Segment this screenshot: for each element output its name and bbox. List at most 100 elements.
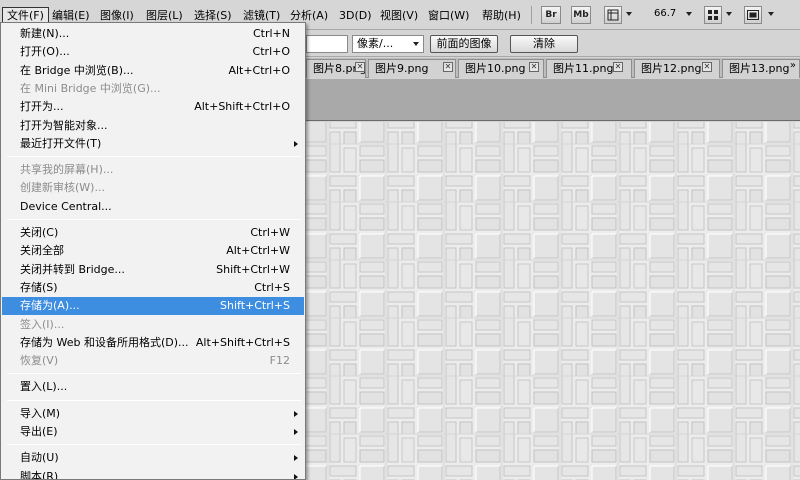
file-menu-item[interactable]: 自动(U) [2, 449, 304, 467]
close-icon[interactable]: ✕ [355, 62, 365, 72]
menu-item-label: 创建新审核(W)... [20, 181, 105, 195]
menu-separator [7, 373, 301, 375]
menu-item-label: 存储为(A)... [20, 299, 80, 313]
menu-item-label: 关闭并转到 Bridge... [20, 262, 125, 276]
menu-item-label: 签入(I)... [20, 317, 65, 331]
front-image-button[interactable]: 前面的图像 [430, 35, 498, 53]
menu-item-shortcut: Ctrl+N [252, 27, 290, 40]
file-menu-item[interactable]: 导入(M) [2, 405, 304, 423]
menu-item-label: 在 Bridge 中浏览(B)... [20, 63, 134, 77]
file-menu-dropdown: 新建(N)... Ctrl+N 打开(O)... Ctrl+O 在 Bridge 中浏览… [0, 22, 306, 480]
menu-item-label: 自动(U) [20, 451, 59, 465]
menu-separator [7, 156, 301, 158]
file-menu-item[interactable]: 存储为 Web 和设备所用格式(D)... Alt+Shift+Ctrl+S [2, 334, 304, 352]
menu-item-shortcut: Ctrl+O [252, 45, 290, 59]
tab-image13[interactable]: 图片13.png [722, 59, 800, 78]
file-menu-item: 恢复(V) F12 [2, 352, 304, 370]
clear-button[interactable]: 清除 [510, 35, 578, 53]
arrange-documents-button[interactable] [704, 6, 722, 24]
menu-item-shortcut: Alt+Shift+Ctrl+O [194, 100, 290, 114]
tab-overflow-icon[interactable]: » [790, 60, 796, 71]
menu-item-shortcut: F12 [269, 354, 290, 368]
file-menu-item: 在 Mini Bridge 中浏览(G)... [2, 80, 304, 98]
view-extras-button[interactable] [604, 6, 622, 24]
tab-label: 图片9.png [375, 62, 429, 75]
menu-item-label: 打开为... [20, 100, 64, 114]
screen-mode-button[interactable] [744, 6, 762, 24]
view-extras-icon [607, 9, 619, 21]
resolution-input[interactable] [306, 35, 348, 53]
file-menu-item: 共享我的屏幕(H)... [2, 161, 304, 179]
menu-item-shortcut: Alt+Ctrl+W [226, 244, 290, 258]
menu-item-label: 脚本(R) [20, 469, 59, 480]
file-menu-item[interactable]: 最近打开文件(T) [2, 135, 304, 153]
file-menu-item[interactable]: Device Central... [2, 198, 304, 216]
file-menu-item[interactable]: 打开为... Alt+Shift+Ctrl+O [2, 98, 304, 116]
file-menu-item[interactable]: 打开(O)... Ctrl+O [2, 43, 304, 61]
arrange-documents-icon [708, 10, 718, 20]
menu-item-label: 存储(S) [20, 280, 58, 294]
close-icon[interactable]: ✕ [529, 62, 539, 72]
submenu-arrow-icon [294, 140, 298, 147]
menu-item-label: 在 Mini Bridge 中浏览(G)... [20, 81, 161, 95]
menu-item-label: 打开为智能对象... [20, 118, 108, 132]
mini-bridge-button[interactable]: Mb [571, 6, 591, 24]
menu-item-label: 关闭(C) [20, 226, 59, 239]
file-menu-item[interactable]: 打开为智能对象... [2, 117, 304, 135]
tab-label: 图片12.png [641, 62, 702, 75]
file-menu-item[interactable]: 脚本(R) [2, 468, 304, 480]
submenu-arrow-icon [294, 473, 298, 479]
tab-label: 图片10.png [465, 62, 526, 75]
chevron-down-icon[interactable] [768, 12, 774, 16]
file-menu-item[interactable]: 新建(N)... Ctrl+N [2, 25, 304, 43]
menu-separator [7, 444, 301, 446]
menu-item-label: 最近打开文件(T) [20, 136, 102, 150]
file-menu-item[interactable]: 置入(L)... [2, 378, 304, 396]
resolution-unit-select[interactable]: 像素/... [352, 35, 424, 53]
chevron-down-icon[interactable] [686, 12, 692, 16]
chevron-down-icon[interactable] [726, 12, 732, 16]
menu-item-shortcut: Ctrl+S [254, 280, 290, 294]
bridge-button[interactable]: Br [541, 6, 561, 24]
close-icon[interactable]: ✕ [443, 62, 453, 72]
file-menu-item[interactable]: 存储(S) Ctrl+S [2, 279, 304, 297]
file-menu-item[interactable]: 关闭并转到 Bridge... Shift+Ctrl+W [2, 261, 304, 279]
menubar-divider [531, 6, 532, 24]
file-menu-item[interactable]: 存储为(A)... Shift+Ctrl+S [2, 297, 304, 316]
zoom-level[interactable]: 66.7 [654, 8, 676, 19]
file-menu-item: 创建新审核(W)... [2, 179, 304, 197]
menu-item-label: 存储为 Web 和设备所用格式(D)... [20, 335, 189, 349]
chevron-down-icon[interactable] [626, 12, 632, 16]
menu-separator [7, 399, 301, 401]
menu-item-label: 共享我的屏幕(H)... [20, 163, 114, 177]
file-menu-item: 签入(I)... [2, 316, 304, 334]
file-menu-item[interactable]: 关闭全部 Alt+Ctrl+W [2, 242, 304, 260]
menu-item-shortcut: Shift+Ctrl+S [220, 299, 290, 313]
close-icon[interactable]: ✕ [613, 62, 623, 72]
menu-item-shortcut: Alt+Ctrl+O [228, 63, 290, 77]
resolution-unit-value: 像素/... [357, 37, 394, 50]
menu-view[interactable]: 视图(V) [376, 8, 422, 24]
menu-help[interactable]: 帮助(H) [478, 8, 525, 24]
menu-window[interactable]: 窗口(W) [424, 8, 473, 24]
submenu-arrow-icon [294, 455, 298, 462]
menu-item-label: 导入(M) [20, 406, 61, 420]
menu-item-label: 关闭全部 [20, 244, 64, 258]
close-icon[interactable]: ✕ [702, 62, 712, 72]
file-menu-item[interactable]: 关闭(C) Ctrl+W [2, 224, 304, 242]
menu-separator [7, 219, 301, 220]
screen-mode-icon [747, 10, 759, 20]
menu-item-label: 置入(L)... [20, 380, 68, 394]
tab-label: 图片11.png [553, 62, 614, 75]
submenu-arrow-icon [294, 410, 298, 417]
tab-label: 图片13.png [729, 62, 790, 75]
file-menu-item[interactable]: 在 Bridge 中浏览(B)... Alt+Ctrl+O [2, 62, 304, 80]
menu-3d[interactable]: 3D(D) [335, 8, 376, 24]
chevron-down-icon [413, 42, 419, 46]
submenu-arrow-icon [294, 429, 298, 435]
menu-item-shortcut: Ctrl+W [250, 226, 290, 239]
menu-item-shortcut: Alt+Shift+Ctrl+S [195, 335, 290, 349]
menu-item-label: 恢复(V) [20, 354, 59, 368]
menu-item-label: Device Central... [20, 199, 112, 213]
file-menu-item[interactable]: 导出(E) [2, 423, 304, 441]
